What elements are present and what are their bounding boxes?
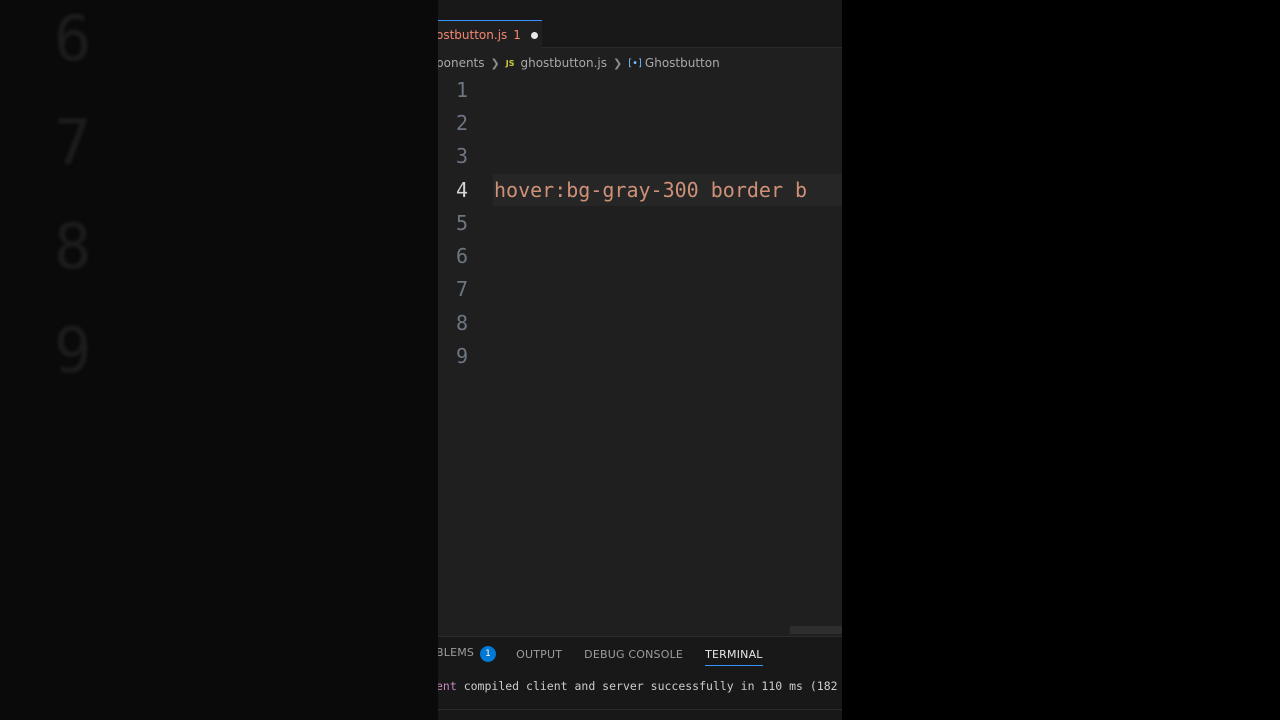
code-line[interactable]: 9: [438, 339, 842, 372]
code-line[interactable]: 6: [438, 239, 842, 272]
bottom-panel: BLEMS 1 OUTPUT DEBUG CONSOLE TERMINAL ent…: [438, 636, 842, 720]
line-number: 5: [455, 210, 468, 235]
terminal-output-line: ent compiled client and server successfu…: [438, 679, 842, 693]
backdrop-number: 8: [54, 210, 92, 283]
code-line[interactable]: 7: [438, 273, 842, 306]
problems-count-badge: 1: [480, 646, 497, 662]
tab-output[interactable]: OUTPUT: [516, 648, 562, 661]
code-line[interactable]: 8: [438, 306, 842, 339]
chevron-right-icon: ❯: [490, 56, 500, 70]
line-number: 4: [455, 177, 468, 202]
code-line[interactable]: 3: [438, 140, 842, 173]
code-line[interactable]: 2: [438, 106, 842, 139]
tab-problems[interactable]: BLEMS 1: [438, 646, 497, 662]
code-editor-window: ostbutton.js 1 ponents ❯ JS ghostbutton.…: [438, 0, 842, 720]
line-number: 2: [455, 110, 468, 135]
blurred-backdrop-left: 6 7 8 9: [0, 0, 438, 720]
tab-error-count: 1: [513, 28, 521, 42]
breadcrumb-symbol[interactable]: Ghostbutton: [645, 56, 720, 70]
tab-problems-label: BLEMS: [438, 646, 475, 659]
backdrop-number: 6: [54, 2, 92, 75]
backdrop-number: 9: [54, 314, 92, 387]
editor-tab-bar: ostbutton.js 1: [438, 0, 842, 49]
code-line-active[interactable]: 4 hover:bg-gray-300 border b: [438, 173, 842, 206]
line-number: 1: [455, 77, 468, 102]
breadcrumb-file[interactable]: ghostbutton.js: [520, 56, 607, 70]
tab-debug-console[interactable]: DEBUG CONSOLE: [584, 648, 683, 661]
terminal-prefix: ent: [438, 679, 457, 693]
code-text: hover:bg-gray-300 border b: [494, 177, 808, 202]
editor-tab-ghostbutton[interactable]: ostbutton.js 1: [438, 20, 542, 49]
horizontal-scrollbar[interactable]: [790, 626, 842, 634]
terminal-text: compiled client and server successfully …: [456, 679, 842, 693]
line-number: 6: [455, 244, 468, 269]
javascript-file-icon: JS: [505, 58, 515, 68]
backdrop-number: 7: [54, 106, 92, 179]
line-number: 9: [455, 344, 468, 369]
chevron-right-icon: ❯: [613, 56, 623, 70]
tab-terminal[interactable]: TERMINAL: [705, 648, 763, 666]
blurred-backdrop-right: [842, 0, 1280, 720]
code-area[interactable]: 1 2 3 4 hover:bg-gray-300 border b 5 6 7…: [438, 73, 842, 373]
panel-divider: [438, 709, 842, 710]
panel-tab-bar: BLEMS 1 OUTPUT DEBUG CONSOLE TERMINAL: [438, 645, 842, 666]
code-line[interactable]: 1: [438, 73, 842, 106]
unsaved-dot-icon[interactable]: [530, 31, 538, 39]
line-number: 8: [455, 310, 468, 335]
line-number: 3: [455, 144, 468, 169]
breadcrumb: ponents ❯ JS ghostbutton.js ❯ [•] Ghostb…: [438, 54, 842, 72]
tab-filename: ostbutton.js: [438, 28, 508, 42]
line-number: 7: [455, 277, 468, 302]
code-line[interactable]: 5: [438, 206, 842, 239]
breadcrumb-folder[interactable]: ponents: [438, 56, 485, 70]
symbol-variable-icon: [•]: [628, 57, 642, 69]
video-frame: 6 7 8 9 ostbutton.js 1 ponents ❯ JS ghos…: [0, 0, 1280, 720]
